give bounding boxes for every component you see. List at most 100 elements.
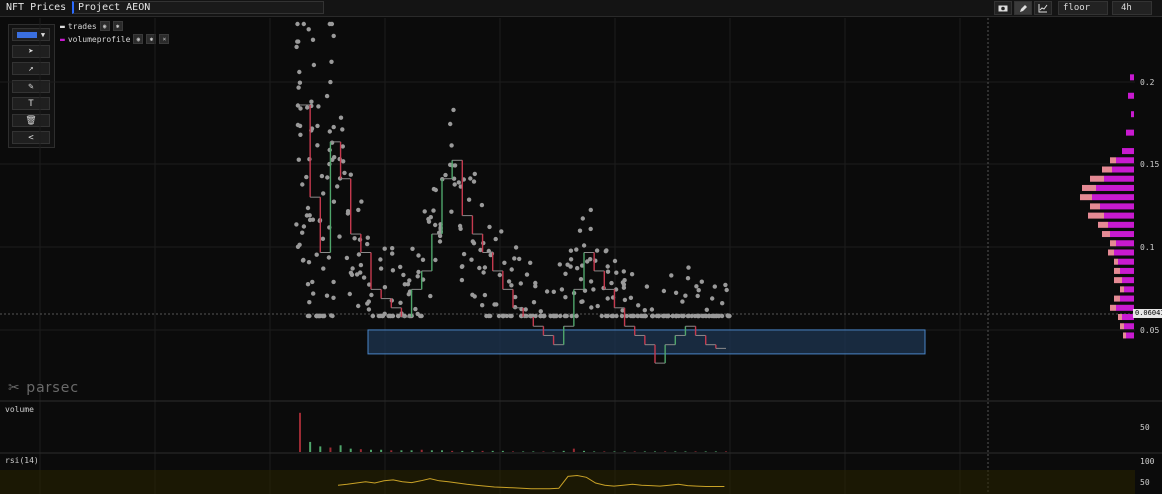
- trade-dot: [726, 313, 732, 319]
- trade-dot: [512, 256, 517, 261]
- trade-dot: [326, 255, 332, 260]
- text-tool-button[interactable]: T: [12, 97, 50, 110]
- trade-dot: [448, 162, 453, 167]
- trade-dot: [402, 313, 407, 319]
- pencil-tool-button[interactable]: ✎: [12, 80, 50, 93]
- trade-dot: [390, 251, 395, 256]
- trade-dot: [348, 270, 354, 275]
- pencil-icon[interactable]: [1014, 1, 1032, 15]
- trade-dot: [588, 207, 593, 213]
- profile-bar-alt: [1114, 295, 1120, 302]
- trade-dot: [700, 313, 705, 319]
- trade-dot: [692, 313, 698, 319]
- trade-dot: [665, 313, 671, 319]
- gear-icon[interactable]: ✱: [146, 34, 157, 44]
- arrow-tool-button[interactable]: ↗: [12, 62, 50, 75]
- profile-bar: [1122, 277, 1134, 284]
- eye-icon[interactable]: ◉: [99, 21, 110, 31]
- trade-dot: [305, 313, 311, 319]
- chart-icon[interactable]: [1034, 1, 1052, 15]
- eye-icon[interactable]: ◉: [133, 34, 144, 44]
- camera-icon[interactable]: [994, 1, 1012, 15]
- collapse-toolbox-button[interactable]: <: [12, 131, 50, 144]
- metric-select[interactable]: floor: [1058, 1, 1108, 15]
- trade-dot: [712, 313, 717, 319]
- tab-nft-prices[interactable]: NFT Prices: [2, 1, 72, 15]
- trade-dot: [551, 313, 556, 319]
- trade-dot: [686, 313, 691, 319]
- price-tick-0.05: 0.05: [1140, 326, 1160, 335]
- trade-dot: [482, 265, 488, 270]
- trade-dot: [628, 295, 634, 300]
- trade-dot: [294, 222, 299, 227]
- trade-dot: [523, 307, 528, 312]
- trade-dot: [318, 313, 323, 319]
- trade-dot: [538, 313, 543, 319]
- trade-dot: [433, 222, 438, 228]
- cursor-icon: ➤: [28, 46, 34, 57]
- trade-dot: [359, 199, 364, 204]
- trade-dot: [488, 313, 493, 319]
- trade-dot: [296, 39, 301, 44]
- profile-bar: [1110, 231, 1134, 238]
- trade-dot: [367, 282, 372, 287]
- gear-icon[interactable]: ✱: [112, 21, 123, 31]
- profile-bar: [1114, 249, 1134, 256]
- trade-dot: [673, 290, 679, 295]
- close-icon[interactable]: ×: [159, 34, 170, 44]
- trade-dot: [720, 301, 725, 306]
- trade-dot: [311, 291, 316, 296]
- collection-search-input[interactable]: [72, 1, 324, 14]
- trade-dot: [504, 313, 509, 319]
- profile-bar: [1108, 221, 1134, 228]
- trade-dot: [395, 313, 401, 319]
- trade-dot: [295, 21, 300, 27]
- color-picker-button[interactable]: ▼: [12, 28, 50, 41]
- trade-dot: [674, 313, 679, 319]
- volume-bar: [704, 451, 707, 452]
- trade-dot: [661, 313, 667, 319]
- trade-dot: [679, 313, 685, 319]
- volume-bar: [471, 450, 474, 452]
- trade-dot: [533, 284, 538, 289]
- volume-bar: [572, 448, 575, 452]
- trade-dot: [621, 282, 627, 287]
- trade-dot: [502, 260, 507, 265]
- trade-dot: [544, 289, 550, 294]
- trade-dot: [599, 313, 604, 319]
- trade-dot: [295, 39, 300, 44]
- trade-dot: [574, 247, 579, 252]
- interval-select-label: 4h: [1121, 3, 1132, 13]
- profile-bar: [1130, 74, 1134, 81]
- volume-bar: [542, 451, 545, 452]
- trade-dot: [629, 313, 635, 319]
- trade-dot: [509, 267, 514, 272]
- trade-dot: [320, 313, 325, 319]
- volume-pane-label: volume: [5, 405, 34, 414]
- trade-dot: [640, 313, 645, 319]
- trade-dot: [643, 313, 648, 319]
- volume-bar: [359, 449, 362, 452]
- trade-dot: [695, 313, 700, 319]
- trade-dot: [295, 244, 301, 249]
- profile-bar-alt: [1090, 203, 1100, 210]
- trade-dot: [614, 313, 619, 319]
- trade-dot: [529, 313, 534, 319]
- trade-dot: [528, 313, 533, 319]
- interval-select[interactable]: 4h: [1112, 1, 1152, 15]
- profile-bar-alt: [1088, 212, 1104, 219]
- volume-bar: [623, 451, 626, 452]
- volume-bar: [684, 451, 687, 452]
- trade-dot: [297, 123, 303, 129]
- price-tick-0.2: 0.2: [1140, 78, 1155, 87]
- trade-dot: [528, 260, 533, 265]
- trade-dot: [309, 128, 314, 133]
- trade-dot: [509, 283, 514, 288]
- color-swatch: [16, 31, 37, 38]
- cursor-tool-button[interactable]: ➤: [12, 45, 50, 58]
- trade-dot: [327, 147, 332, 153]
- trade-dot: [345, 209, 351, 214]
- trade-dot: [460, 264, 465, 269]
- trade-dot: [481, 240, 486, 246]
- trash-tool-button[interactable]: 🗑: [12, 114, 50, 127]
